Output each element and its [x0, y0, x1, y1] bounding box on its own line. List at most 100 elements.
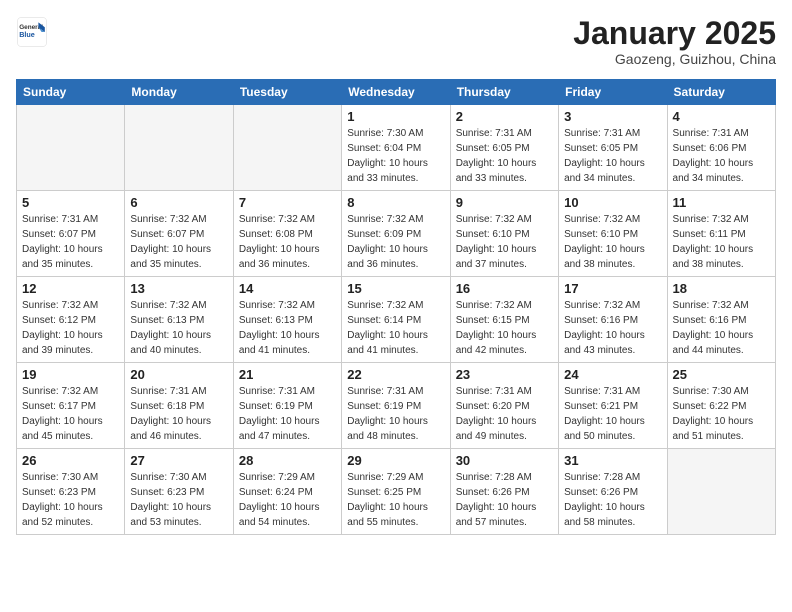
day-info: Sunrise: 7:31 AMSunset: 6:19 PMDaylight:…: [239, 384, 336, 444]
day-number: 21: [239, 367, 336, 382]
day-info: Sunrise: 7:29 AMSunset: 6:25 PMDaylight:…: [347, 470, 444, 530]
calendar-cell: 30 Sunrise: 7:28 AMSunset: 6:26 PMDayligh…: [450, 449, 558, 535]
calendar-week-row: 5 Sunrise: 7:31 AMSunset: 6:07 PMDaylight…: [17, 191, 776, 277]
day-header-thursday: Thursday: [450, 80, 558, 105]
calendar-cell: 25 Sunrise: 7:30 AMSunset: 6:22 PMDayligh…: [667, 363, 775, 449]
day-number: 5: [22, 195, 119, 210]
day-header-friday: Friday: [559, 80, 667, 105]
calendar-cell: 31Sunrise: 7:28 AMSunset: 6:26 PMDayligh…: [559, 449, 667, 535]
day-number: 7: [239, 195, 336, 210]
day-info: Sunrise: 7:30 AMSunset: 6:22 PMDaylight:…: [673, 384, 770, 444]
day-header-sunday: Sunday: [17, 80, 125, 105]
calendar-cell: 3 Sunrise: 7:31 AMSunset: 6:05 PMDaylight…: [559, 105, 667, 191]
title-block: January 2025 Gaozeng, Guizhou, China: [573, 16, 776, 67]
calendar-cell: 18 Sunrise: 7:32 AMSunset: 6:16 PMDayligh…: [667, 277, 775, 363]
calendar-cell: 2 Sunrise: 7:31 AMSunset: 6:05 PMDaylight…: [450, 105, 558, 191]
calendar-cell: 21 Sunrise: 7:31 AMSunset: 6:19 PMDayligh…: [233, 363, 341, 449]
day-info: Sunrise: 7:31 AMSunset: 6:21 PMDaylight:…: [564, 384, 661, 444]
day-number: 26: [22, 453, 119, 468]
day-info: Sunrise: 7:32 AMSunset: 6:13 PMDaylight:…: [239, 298, 336, 358]
calendar-cell: 22 Sunrise: 7:31 AMSunset: 6:19 PMDayligh…: [342, 363, 450, 449]
calendar-cell: 7 Sunrise: 7:32 AMSunset: 6:08 PMDaylight…: [233, 191, 341, 277]
calendar-cell: 17 Sunrise: 7:32 AMSunset: 6:16 PMDayligh…: [559, 277, 667, 363]
day-info: Sunrise: 7:31 AMSunset: 6:05 PMDaylight:…: [456, 126, 553, 186]
day-info: Sunrise: 7:32 AMSunset: 6:09 PMDaylight:…: [347, 212, 444, 272]
calendar-cell: 8 Sunrise: 7:32 AMSunset: 6:09 PMDaylight…: [342, 191, 450, 277]
calendar-cell: 15 Sunrise: 7:32 AMSunset: 6:14 PMDayligh…: [342, 277, 450, 363]
day-info: Sunrise: 7:32 AMSunset: 6:12 PMDaylight:…: [22, 298, 119, 358]
calendar-cell: 5 Sunrise: 7:31 AMSunset: 6:07 PMDaylight…: [17, 191, 125, 277]
calendar-cell: 13Sunrise: 7:32 AMSunset: 6:13 PMDayligh…: [125, 277, 233, 363]
calendar-cell: 12Sunrise: 7:32 AMSunset: 6:12 PMDayligh…: [17, 277, 125, 363]
day-number: 15: [347, 281, 444, 296]
day-number: 17: [564, 281, 661, 296]
day-info: Sunrise: 7:31 AMSunset: 6:20 PMDaylight:…: [456, 384, 553, 444]
day-info: Sunrise: 7:31 AMSunset: 6:19 PMDaylight:…: [347, 384, 444, 444]
day-info: Sunrise: 7:32 AMSunset: 6:14 PMDaylight:…: [347, 298, 444, 358]
calendar-cell: [667, 449, 775, 535]
calendar-week-row: 19Sunrise: 7:32 AMSunset: 6:17 PMDayligh…: [17, 363, 776, 449]
calendar-cell: 20Sunrise: 7:31 AMSunset: 6:18 PMDayligh…: [125, 363, 233, 449]
day-number: 28: [239, 453, 336, 468]
calendar-cell: 11 Sunrise: 7:32 AMSunset: 6:11 PMDayligh…: [667, 191, 775, 277]
calendar-cell: [17, 105, 125, 191]
day-number: 3: [564, 109, 661, 124]
day-info: Sunrise: 7:32 AMSunset: 6:07 PMDaylight:…: [130, 212, 227, 272]
day-info: Sunrise: 7:31 AMSunset: 6:06 PMDaylight:…: [673, 126, 770, 186]
calendar-cell: 10 Sunrise: 7:32 AMSunset: 6:10 PMDayligh…: [559, 191, 667, 277]
day-number: 2: [456, 109, 553, 124]
day-number: 6: [130, 195, 227, 210]
day-info: Sunrise: 7:31 AMSunset: 6:05 PMDaylight:…: [564, 126, 661, 186]
calendar-week-row: 12Sunrise: 7:32 AMSunset: 6:12 PMDayligh…: [17, 277, 776, 363]
day-info: Sunrise: 7:29 AMSunset: 6:24 PMDaylight:…: [239, 470, 336, 530]
day-info: Sunrise: 7:32 AMSunset: 6:10 PMDaylight:…: [564, 212, 661, 272]
calendar-cell: 16 Sunrise: 7:32 AMSunset: 6:15 PMDayligh…: [450, 277, 558, 363]
calendar-cell: 19Sunrise: 7:32 AMSunset: 6:17 PMDayligh…: [17, 363, 125, 449]
day-header-monday: Monday: [125, 80, 233, 105]
day-header-tuesday: Tuesday: [233, 80, 341, 105]
calendar-cell: 26 Sunrise: 7:30 AMSunset: 6:23 PMDayligh…: [17, 449, 125, 535]
day-number: 4: [673, 109, 770, 124]
day-header-saturday: Saturday: [667, 80, 775, 105]
day-info: Sunrise: 7:30 AMSunset: 6:23 PMDaylight:…: [22, 470, 119, 530]
day-number: 18: [673, 281, 770, 296]
calendar-cell: 9Sunrise: 7:32 AMSunset: 6:10 PMDaylight…: [450, 191, 558, 277]
day-number: 25: [673, 367, 770, 382]
calendar-cell: [233, 105, 341, 191]
svg-text:Blue: Blue: [19, 30, 35, 39]
day-number: 13: [130, 281, 227, 296]
location: Gaozeng, Guizhou, China: [573, 51, 776, 67]
day-info: Sunrise: 7:32 AMSunset: 6:16 PMDaylight:…: [564, 298, 661, 358]
day-info: Sunrise: 7:31 AMSunset: 6:18 PMDaylight:…: [130, 384, 227, 444]
calendar-cell: 24Sunrise: 7:31 AMSunset: 6:21 PMDayligh…: [559, 363, 667, 449]
day-info: Sunrise: 7:32 AMSunset: 6:16 PMDaylight:…: [673, 298, 770, 358]
calendar-cell: 14 Sunrise: 7:32 AMSunset: 6:13 PMDayligh…: [233, 277, 341, 363]
day-number: 23: [456, 367, 553, 382]
day-number: 30: [456, 453, 553, 468]
calendar-week-row: 1Sunrise: 7:30 AMSunset: 6:04 PMDaylight…: [17, 105, 776, 191]
day-info: Sunrise: 7:28 AMSunset: 6:26 PMDaylight:…: [456, 470, 553, 530]
calendar-cell: 1Sunrise: 7:30 AMSunset: 6:04 PMDaylight…: [342, 105, 450, 191]
day-number: 9: [456, 195, 553, 210]
day-number: 19: [22, 367, 119, 382]
day-number: 22: [347, 367, 444, 382]
day-number: 1: [347, 109, 444, 124]
calendar-cell: 23 Sunrise: 7:31 AMSunset: 6:20 PMDayligh…: [450, 363, 558, 449]
day-number: 10: [564, 195, 661, 210]
logo: General Blue: [16, 16, 52, 48]
day-info: Sunrise: 7:31 AMSunset: 6:07 PMDaylight:…: [22, 212, 119, 272]
day-number: 31: [564, 453, 661, 468]
day-info: Sunrise: 7:32 AMSunset: 6:11 PMDaylight:…: [673, 212, 770, 272]
day-number: 16: [456, 281, 553, 296]
day-info: Sunrise: 7:30 AMSunset: 6:23 PMDaylight:…: [130, 470, 227, 530]
calendar-cell: [125, 105, 233, 191]
calendar-cell: 6 Sunrise: 7:32 AMSunset: 6:07 PMDaylight…: [125, 191, 233, 277]
calendar-cell: 29Sunrise: 7:29 AMSunset: 6:25 PMDayligh…: [342, 449, 450, 535]
day-number: 8: [347, 195, 444, 210]
day-info: Sunrise: 7:32 AMSunset: 6:08 PMDaylight:…: [239, 212, 336, 272]
day-info: Sunrise: 7:32 AMSunset: 6:15 PMDaylight:…: [456, 298, 553, 358]
month-title: January 2025: [573, 16, 776, 51]
day-number: 14: [239, 281, 336, 296]
logo-icon: General Blue: [16, 16, 48, 48]
day-number: 11: [673, 195, 770, 210]
